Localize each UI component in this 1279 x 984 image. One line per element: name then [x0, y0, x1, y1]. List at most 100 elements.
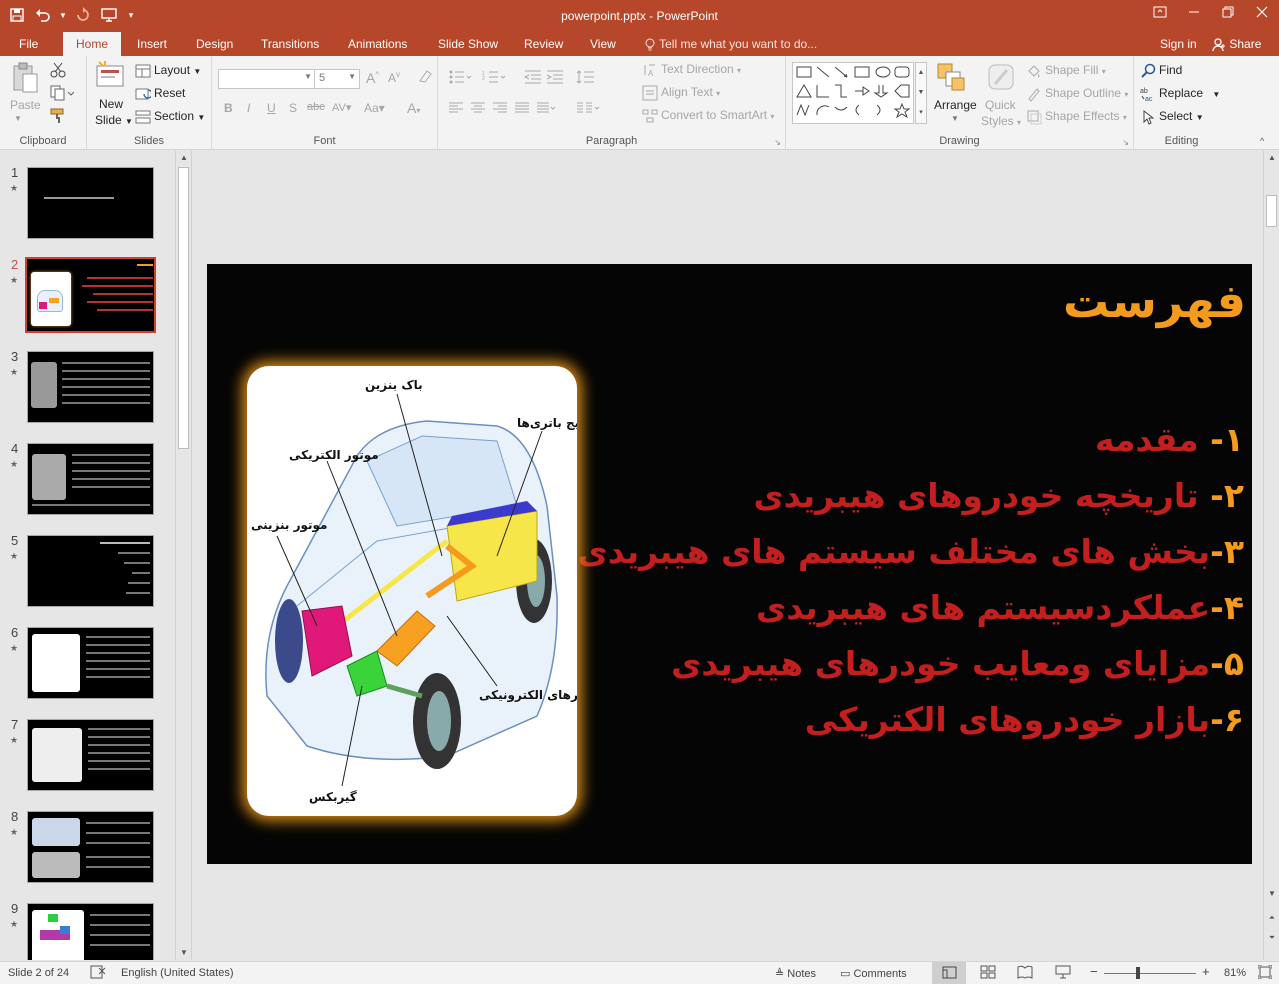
- zoom-level[interactable]: 81%: [1224, 967, 1246, 979]
- replace-button[interactable]: ab ac Replace ▼: [1140, 86, 1220, 103]
- shrink-font-icon[interactable]: Av: [388, 70, 400, 85]
- scroll-thumb[interactable]: [178, 167, 189, 449]
- zoom-in-icon[interactable]: +: [1202, 964, 1210, 979]
- scroll-up-icon[interactable]: ▲: [176, 151, 191, 165]
- section-button[interactable]: Section ▼: [135, 109, 205, 125]
- table-of-contents[interactable]: ۱- مقدمه ۲- تاریخچه خودروهای هیبریدی ۳-ب…: [544, 412, 1244, 748]
- justify-icon[interactable]: [514, 101, 530, 118]
- cut-icon[interactable]: [50, 62, 66, 81]
- font-name-combo[interactable]: ▼: [218, 69, 316, 89]
- hybrid-car-diagram[interactable]: باک بنزین پکیج باتری‌ها موتور الکتریکی م…: [247, 366, 577, 816]
- next-slide-icon[interactable]: ⏷: [1264, 931, 1279, 945]
- slide-thumbnail-2[interactable]: 2 ★: [0, 243, 175, 333]
- format-painter-icon[interactable]: [50, 108, 66, 127]
- align-text-button[interactable]: Align Text ▾: [642, 85, 720, 101]
- columns-icon[interactable]: [576, 101, 600, 118]
- slideshow-view-icon[interactable]: [1055, 965, 1071, 982]
- previous-slide-icon[interactable]: ⏶: [1264, 911, 1279, 925]
- shape-effects-button[interactable]: Shape Effects ▾: [1026, 109, 1127, 125]
- line-spacing-icon[interactable]: [576, 69, 600, 88]
- notes-button[interactable]: ≜ Notes: [775, 967, 816, 980]
- shapes-gallery[interactable]: [792, 62, 914, 124]
- distributed-icon[interactable]: [536, 101, 556, 118]
- scroll-down-icon[interactable]: ▼: [1264, 887, 1279, 901]
- tab-transitions[interactable]: Transitions: [251, 32, 329, 56]
- shape-outline-button[interactable]: Shape Outline ▾: [1026, 86, 1128, 102]
- slide-thumbnail-3[interactable]: 3 ★: [0, 335, 175, 423]
- close-icon[interactable]: [1245, 0, 1279, 24]
- slide-thumbnail-4[interactable]: 4 ★: [0, 427, 175, 515]
- tell-me-search[interactable]: Tell me what you want to do...: [644, 32, 817, 56]
- quick-styles-label-2[interactable]: Styles ▾: [981, 114, 1021, 128]
- quick-styles-icon[interactable]: [986, 62, 1016, 92]
- zoom-out-icon[interactable]: −: [1090, 964, 1098, 979]
- sign-in-link[interactable]: Sign in: [1160, 32, 1197, 56]
- slide-counter[interactable]: Slide 2 of 24: [8, 967, 69, 979]
- tab-slide-show[interactable]: Slide Show: [428, 32, 508, 56]
- drawing-launcher-icon[interactable]: ↘: [1122, 138, 1129, 147]
- ribbon-display-icon[interactable]: [1143, 0, 1177, 24]
- slide-thumbnail-6[interactable]: 6 ★: [0, 611, 175, 699]
- slide-sorter-icon[interactable]: [980, 965, 996, 982]
- language-indicator[interactable]: English (United States): [121, 967, 234, 979]
- slide-thumbnail-8[interactable]: 8 ★: [0, 795, 175, 883]
- slide-thumbnail-1[interactable]: 1 ★: [0, 151, 175, 239]
- tab-file[interactable]: File: [9, 32, 48, 56]
- normal-view-button[interactable]: [932, 962, 966, 984]
- font-color-icon[interactable]: A▾: [407, 100, 420, 116]
- decrease-indent-icon[interactable]: [523, 69, 542, 88]
- copy-icon[interactable]: [50, 85, 75, 104]
- strikethrough-icon[interactable]: abc: [307, 101, 325, 113]
- paste-icon[interactable]: [10, 62, 40, 93]
- share-button[interactable]: Share: [1212, 32, 1261, 56]
- select-button[interactable]: Select ▼: [1140, 109, 1204, 125]
- new-slide-label-2[interactable]: Slide ▼: [95, 113, 133, 127]
- italic-icon[interactable]: I: [247, 101, 250, 115]
- align-left-icon[interactable]: [448, 101, 464, 118]
- tab-review[interactable]: Review: [514, 32, 573, 56]
- tab-home[interactable]: Home: [63, 32, 121, 56]
- numbering-icon[interactable]: 12: [482, 69, 506, 88]
- shape-fill-button[interactable]: Shape Fill ▾: [1026, 63, 1106, 79]
- shapes-gallery-scroll[interactable]: ▲ ▼ ▾: [915, 62, 927, 124]
- scroll-down-icon[interactable]: ▼: [176, 946, 191, 960]
- zoom-slider-handle[interactable]: [1136, 967, 1140, 979]
- new-slide-icon[interactable]: [95, 60, 125, 90]
- arrange-dropdown-icon[interactable]: ▼: [951, 114, 959, 123]
- find-button[interactable]: Find: [1140, 63, 1182, 79]
- tab-design[interactable]: Design: [186, 32, 243, 56]
- slide-thumbnail-9[interactable]: 9 ★: [0, 887, 175, 960]
- align-right-icon[interactable]: [492, 101, 508, 118]
- arrange-label[interactable]: Arrange: [934, 98, 977, 112]
- tab-insert[interactable]: Insert: [127, 32, 177, 56]
- scroll-up-icon[interactable]: ▲: [1264, 151, 1279, 165]
- thumbnail-scrollbar[interactable]: ▲ ▼: [175, 151, 191, 960]
- collapse-ribbon-icon[interactable]: ^: [1260, 136, 1264, 146]
- convert-smartart-button[interactable]: Convert to SmartArt ▾: [642, 108, 774, 124]
- restore-icon[interactable]: [1211, 0, 1245, 24]
- current-slide[interactable]: فهرست ۱- مقدمه ۲- تاریخچه خودروهای هیبری…: [207, 264, 1252, 864]
- tab-view[interactable]: View: [580, 32, 626, 56]
- text-direction-button[interactable]: A Text Direction ▾: [642, 62, 741, 78]
- tab-animations[interactable]: Animations: [338, 32, 417, 56]
- spell-check-icon[interactable]: [90, 965, 106, 982]
- bold-icon[interactable]: B: [224, 101, 233, 115]
- reading-view-icon[interactable]: [1017, 965, 1033, 982]
- slide-scrollbar[interactable]: ▲ ▼ ⏶ ⏷: [1263, 151, 1279, 960]
- new-slide-label[interactable]: New: [99, 97, 123, 111]
- clear-formatting-icon[interactable]: [417, 68, 433, 87]
- layout-button[interactable]: Layout ▼: [135, 63, 201, 79]
- character-spacing-icon[interactable]: AV▾: [332, 101, 351, 114]
- reset-button[interactable]: Reset: [135, 86, 185, 102]
- text-shadow-icon[interactable]: S: [289, 101, 297, 115]
- bullets-icon[interactable]: [448, 69, 472, 88]
- zoom-slider-track[interactable]: [1104, 973, 1196, 974]
- increase-indent-icon[interactable]: [546, 69, 564, 88]
- underline-icon[interactable]: U: [267, 101, 276, 115]
- paste-label[interactable]: Paste: [10, 98, 41, 112]
- minimize-icon[interactable]: [1177, 0, 1211, 24]
- fit-slide-icon[interactable]: [1257, 964, 1273, 982]
- comments-button[interactable]: ▭ Comments: [840, 967, 907, 980]
- font-size-combo[interactable]: 5 ▼: [314, 69, 360, 89]
- slide-scroll-thumb[interactable]: [1266, 195, 1277, 227]
